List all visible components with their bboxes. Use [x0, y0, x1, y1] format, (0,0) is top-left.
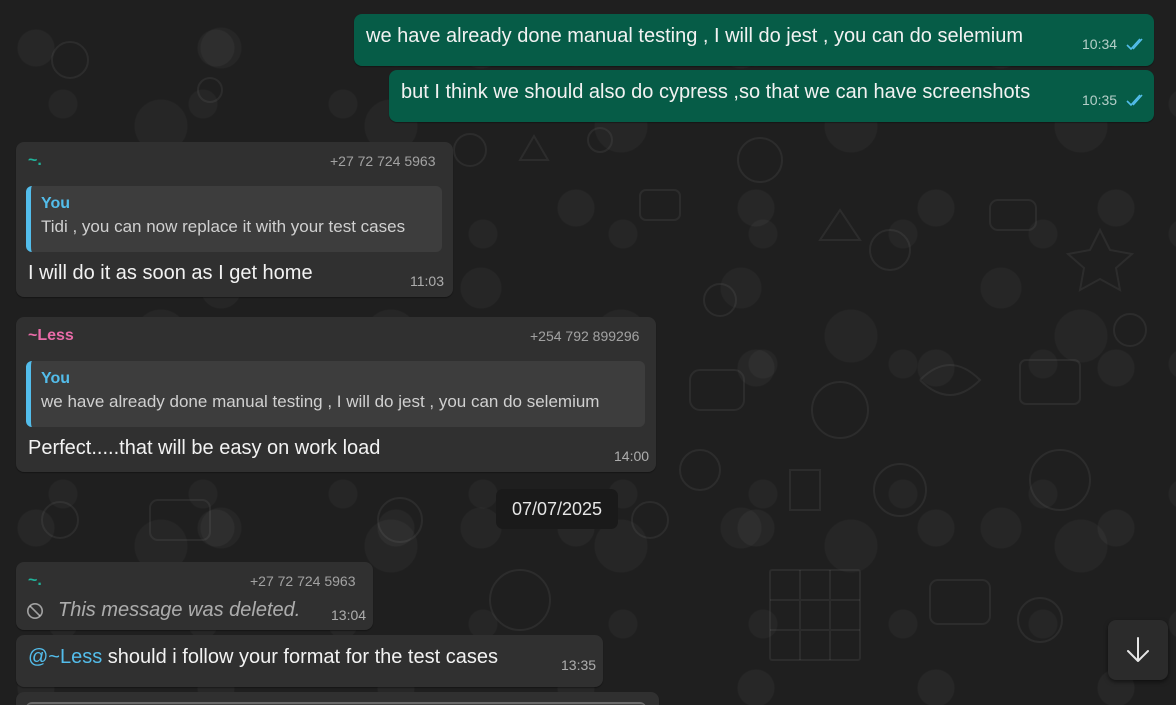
mention-link[interactable]: @~Less — [28, 646, 102, 668]
message-text: but I think we should also do cypress ,s… — [401, 81, 1031, 103]
outgoing-message[interactable]: we have already done manual testing , I … — [354, 14, 1154, 66]
incoming-message[interactable]: @~Less should i follow your format for t… — [16, 635, 603, 687]
message-time: 13:35 — [561, 657, 597, 673]
message-time: 10:35 — [1082, 92, 1118, 108]
message-time: 13:04 — [331, 607, 367, 623]
message-time: 14:00 — [614, 448, 650, 464]
date-divider: 07/07/2025 — [496, 489, 618, 529]
message-text: we have already done manual testing , I … — [366, 25, 1024, 47]
message-text: Perfect.....that will be easy on work lo… — [28, 437, 381, 459]
outgoing-message[interactable]: but I think we should also do cypress ,s… — [389, 70, 1154, 122]
message-text: I will do it as soon as I get home — [28, 262, 313, 284]
sender-phone: +254 792 899296 — [530, 328, 640, 344]
deleted-message-text: This message was deleted. — [58, 599, 301, 621]
incoming-message[interactable]: ~. +27 72 724 5963 You Tidi , you can no… — [16, 142, 453, 297]
message-time: 10:34 — [1082, 36, 1118, 52]
double-check-icon — [1126, 38, 1143, 51]
message-text: @~Less should i follow your format for t… — [28, 646, 498, 669]
quote-author: You — [41, 195, 71, 212]
incoming-message-deleted[interactable]: ~. +27 72 724 5963 This message was dele… — [16, 562, 373, 630]
sender-name[interactable]: ~. — [28, 152, 42, 170]
incoming-message[interactable] — [16, 692, 659, 705]
quoted-message[interactable]: You we have already done manual testing … — [26, 361, 645, 427]
sender-phone: +27 72 724 5963 — [330, 153, 436, 169]
sender-phone: +27 72 724 5963 — [250, 573, 356, 589]
sender-name[interactable]: ~. — [28, 572, 42, 590]
sender-name[interactable]: ~Less — [28, 327, 74, 345]
scroll-to-bottom-button[interactable] — [1108, 620, 1168, 680]
incoming-message[interactable]: ~Less +254 792 899296 You we have alread… — [16, 317, 656, 472]
quote-text: we have already done manual testing , I … — [41, 392, 600, 411]
message-time: 11:03 — [410, 273, 444, 289]
quote-text: Tidi , you can now replace it with your … — [41, 217, 406, 236]
quote-author: You — [41, 370, 71, 387]
message-body: should i follow your format for the test… — [102, 646, 498, 668]
prohibited-icon — [26, 602, 44, 620]
quoted-message[interactable]: You Tidi , you can now replace it with y… — [26, 186, 442, 252]
double-check-icon — [1126, 94, 1143, 107]
arrow-down-icon — [1127, 637, 1149, 662]
